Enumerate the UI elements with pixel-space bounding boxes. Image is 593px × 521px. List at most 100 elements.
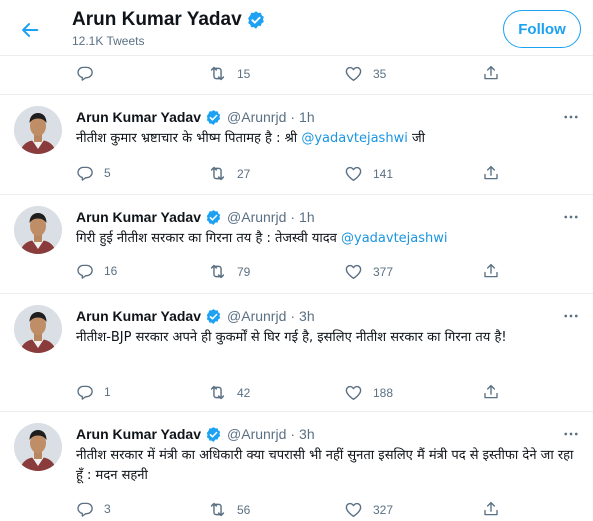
reply-icon [76,500,94,518]
reply-button[interactable]: 1 [76,383,111,401]
like-count: 35 [373,66,387,81]
verified-badge-icon [246,10,266,30]
like-count: 188 [373,385,394,400]
separator-dot: · [290,308,296,324]
share-icon [482,64,500,82]
reply-icon [76,383,94,401]
tweet-author-handle[interactable]: @Arunrjd [227,109,286,125]
like-icon [344,64,363,83]
more-options-button[interactable] [560,108,582,126]
tweet-author-handle[interactable]: @Arunrjd [227,426,286,442]
verified-badge-icon [205,109,222,126]
more-icon [562,307,580,325]
tweet-text: नीतीश-BJP सरकार अपने ही कुकर्मों से घिर … [76,330,507,345]
reply-button[interactable]: 3 [76,500,111,518]
tweet-body: नीतीश कुमार भ्रष्टाचार के भीष्म पितामह ह… [76,131,302,146]
separator-dot: · [290,426,296,442]
tweet-card[interactable]: Arun Kumar Yadav @Arunrjd · 3h नीतीश-BJP… [0,295,593,412]
tweet-timestamp[interactable]: 1h [299,109,315,125]
retweet-button[interactable]: 79 [208,262,250,281]
like-count: 141 [373,166,394,181]
tweet-author-name[interactable]: Arun Kumar Yadav [76,426,201,442]
tweet-text: नीतीश कुमार भ्रष्टाचार के भीष्म पितामह ह… [76,129,581,149]
mention-link[interactable]: @yadavtejashwi [301,131,408,146]
tweet-author-handle[interactable]: @Arunrjd [227,209,286,225]
tweet-text: नीतीश सरकार में मंत्री का अधिकारी क्या च… [76,448,574,483]
more-options-button[interactable] [560,208,582,226]
share-icon [482,164,500,182]
tweet-author-handle[interactable]: @Arunrjd [227,308,286,324]
profile-header: Arun Kumar Yadav 12.1K Tweets Follow [0,0,593,56]
more-icon [562,208,580,226]
share-button[interactable] [482,383,500,401]
tweet-card[interactable]: Arun Kumar Yadav @Arunrjd · 1h गिरी हुई … [0,196,593,294]
retweet-count: 27 [237,166,251,181]
tweet-author-name[interactable]: Arun Kumar Yadav [76,209,201,225]
like-count: 377 [373,264,394,279]
tweet-timestamp[interactable]: 1h [299,209,315,225]
verified-badge-icon [205,308,222,325]
share-button[interactable] [482,64,500,82]
tweet-text: गिरी हुई नीतीश सरकार का गिरना तय है : ते… [76,229,581,249]
more-options-button[interactable] [560,307,582,325]
share-button[interactable] [482,164,500,182]
reply-icon [76,262,94,280]
tweet-card[interactable]: Arun Kumar Yadav @Arunrjd · 3h नीतीश सरक… [0,413,593,521]
like-count: 327 [373,502,394,517]
like-button[interactable]: 327 [344,500,393,519]
like-icon [344,262,363,281]
like-button[interactable]: 188 [344,383,393,402]
like-button[interactable]: 141 [344,164,393,183]
more-options-button[interactable] [560,425,582,443]
retweet-icon [208,262,227,281]
retweet-button[interactable]: 42 [208,383,250,402]
avatar[interactable] [14,305,62,353]
retweet-button[interactable]: 27 [208,164,250,183]
follow-button[interactable]: Follow [503,10,581,48]
tweet-body: गिरी हुई नीतीश सरकार का गिरना तय है : ते… [76,231,341,246]
reply-button[interactable]: 5 [76,164,111,182]
share-icon [482,500,500,518]
reply-button[interactable] [76,64,94,82]
like-icon [344,383,363,402]
retweet-count: 79 [237,264,251,279]
avatar[interactable] [14,423,62,471]
arrow-left-icon [22,23,39,37]
share-icon [482,262,500,280]
mention-link[interactable]: @yadavtejashwi [341,231,448,246]
like-icon [344,164,363,183]
retweet-button[interactable]: 56 [208,500,250,519]
like-button[interactable]: 377 [344,262,393,281]
partial-tweet: 15 35 [0,56,593,95]
profile-name: Arun Kumar Yadav [72,9,242,30]
more-icon [562,425,580,443]
avatar[interactable] [14,106,62,154]
retweet-count: 56 [237,502,251,517]
tweet-author-name[interactable]: Arun Kumar Yadav [76,308,201,324]
tweet-timestamp[interactable]: 3h [299,426,315,442]
like-button[interactable]: 35 [344,64,386,83]
share-button[interactable] [482,262,500,280]
retweet-icon [208,164,227,183]
share-icon [482,383,500,401]
reply-count: 1 [104,385,111,399]
avatar[interactable] [14,206,62,254]
verified-badge-icon [205,209,222,226]
share-button[interactable] [482,500,500,518]
back-button[interactable] [14,14,46,46]
reply-icon [76,164,94,182]
retweet-button[interactable]: 15 [208,64,250,83]
separator-dot: · [290,109,296,125]
tweet-timestamp[interactable]: 3h [299,308,315,324]
reply-count: 16 [104,264,118,278]
tweet-card[interactable]: Arun Kumar Yadav @Arunrjd · 1h नीतीश कुम… [0,96,593,195]
tweet-count: 12.1K Tweets [72,34,145,48]
reply-button[interactable]: 16 [76,262,117,280]
like-icon [344,500,363,519]
separator-dot: · [290,209,296,225]
tweet-body-end: जी [407,131,425,146]
retweet-icon [208,500,227,519]
retweet-icon [208,383,227,402]
reply-icon [76,64,94,82]
tweet-author-name[interactable]: Arun Kumar Yadav [76,109,201,125]
